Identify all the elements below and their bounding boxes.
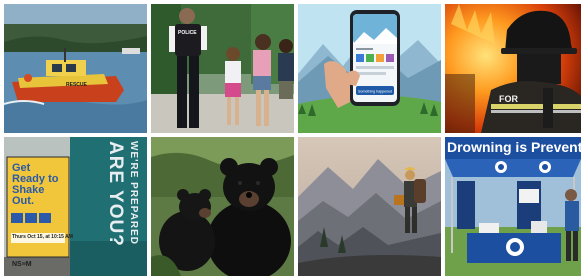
sign-footer-logo: NS≡M [12, 261, 32, 268]
tile-shakeout: Get Ready to Shake Out. Thurs Oct 15, at… [4, 137, 147, 276]
boat-label: RESCUE [66, 82, 88, 88]
tile-police-officer: POLICE [151, 4, 294, 133]
police-officer-photo: POLICE [151, 4, 294, 133]
booth-banner-text: Drowning is Preventa [447, 139, 581, 155]
sign-line-4: Out. [12, 195, 34, 207]
phone-screen-button: Something happened [358, 90, 392, 94]
black-bears-photo [151, 137, 294, 276]
hiker-photo [298, 137, 441, 276]
rescue-boat-photo: RESCUE [4, 4, 147, 133]
police-vest-label: POLICE [178, 30, 197, 36]
tile-rescue-boat: RESCUE [4, 4, 147, 133]
phone-app-illustration: Something happened [298, 4, 441, 133]
tile-black-bears [151, 137, 294, 276]
tile-hiker [298, 137, 441, 276]
banner-line-2: ARE YOU? [105, 141, 126, 247]
photo-collage: RESCUE POLICE Something happened FOR Get… [0, 0, 585, 280]
banner-line-1: WE'RE PREPARED [128, 141, 139, 245]
sign-date: Thurs Oct 15, at 10:15 AM [12, 234, 73, 240]
tile-drowning-booth: Drowning is Preventa [445, 137, 581, 276]
firefighter-coat-label: FOR [499, 94, 518, 104]
drowning-booth-photo [445, 137, 581, 276]
firefighter-photo: FOR [445, 4, 581, 133]
tile-phone-app: Something happened [298, 4, 441, 133]
tile-firefighter: FOR [445, 4, 581, 133]
